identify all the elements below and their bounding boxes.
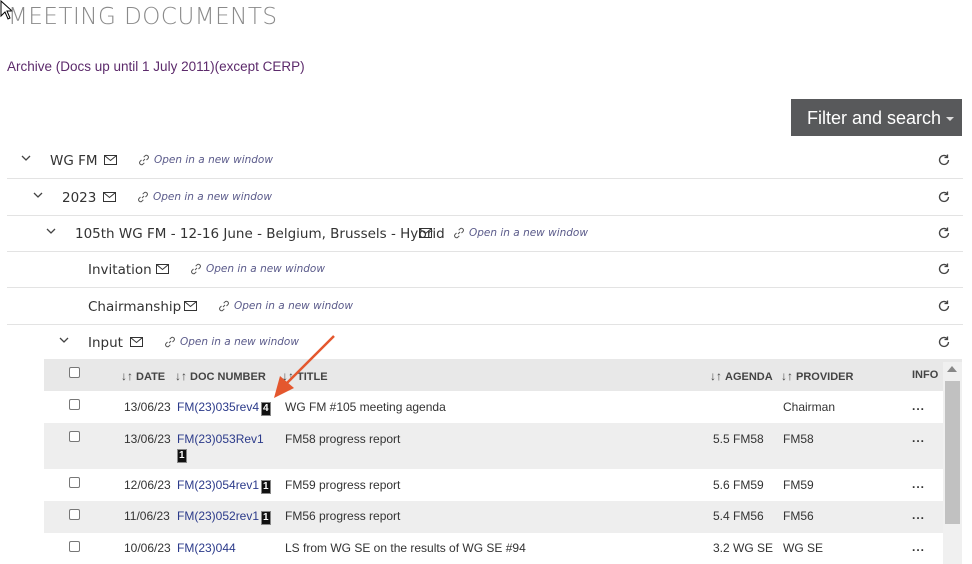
row-provider: FM58 [783, 432, 814, 446]
row-doc-number[interactable]: FM(23)053Rev1 1 [177, 432, 264, 463]
open-new-window-link[interactable]: Open in a new window [138, 154, 273, 166]
annotation-arrow-icon [274, 335, 335, 398]
row-date: 11/06/23 [124, 509, 170, 523]
tree-node-label[interactable]: Chairmanship [88, 299, 181, 315]
tree-node-wg-fm[interactable]: WG FM Open in a new window [7, 143, 963, 179]
open-new-window-link[interactable]: Open in a new window [453, 227, 588, 239]
sort-agenda-header[interactable]: ↓↑ AGENDA [710, 369, 773, 383]
row-agenda: 5.5 FM58 [713, 432, 764, 446]
row-info-button[interactable]: ... [912, 508, 925, 522]
filter-button-label: Filter and search [807, 108, 942, 128]
sort-icon: ↓↑ [710, 369, 722, 383]
refresh-icon[interactable] [937, 226, 951, 240]
row-doc-number[interactable]: FM(23)035rev4 4 [177, 400, 271, 416]
tree-node-label[interactable]: Input [88, 335, 123, 351]
table-row[interactable]: 11/06/23 FM(23)052rev1 1 FM56 progress re… [44, 501, 943, 533]
row-checkbox[interactable] [69, 477, 80, 488]
sort-icon: ↓↑ [781, 369, 793, 383]
link-icon [191, 263, 201, 275]
row-checkbox[interactable] [69, 431, 80, 442]
filter-and-search-button[interactable]: Filter and search [791, 99, 962, 136]
revision-badge: 1 [261, 511, 271, 525]
refresh-icon[interactable] [937, 335, 951, 349]
row-info-button[interactable]: ... [912, 399, 925, 413]
open-new-window-link[interactable]: Open in a new window [137, 191, 272, 203]
envelope-icon[interactable] [104, 155, 117, 165]
table-row[interactable]: 10/06/23 FM(23)044 LS from WG SE on the … [44, 533, 943, 564]
page-title: MEETING DOCUMENTS [8, 4, 278, 30]
row-checkbox[interactable] [69, 541, 80, 552]
refresh-icon[interactable] [937, 190, 951, 204]
chevron-down-icon[interactable] [57, 333, 71, 347]
documents-table-header: ↓↑ DATE ↓↑ DOC NUMBER ↓↑ TITLE ↓↑ AGENDA ↓↑ P… [44, 359, 962, 391]
table-row[interactable]: 13/06/23 FM(23)053Rev1 1 FM58 progress re… [44, 423, 943, 469]
caret-down-icon [946, 117, 955, 122]
row-date: 10/06/23 [124, 541, 171, 555]
row-checkbox[interactable] [69, 399, 80, 410]
link-icon [219, 300, 229, 312]
envelope-icon[interactable] [103, 192, 116, 202]
link-icon [139, 154, 149, 166]
select-all-checkbox[interactable] [69, 367, 80, 378]
row-title: FM56 progress report [285, 509, 401, 523]
link-icon [165, 336, 175, 348]
tree-node-2023[interactable]: 2023 Open in a new window [7, 180, 963, 216]
sort-provider-header[interactable]: ↓↑ PROVIDER [781, 369, 853, 383]
refresh-icon[interactable] [937, 299, 951, 313]
tree-node-label[interactable]: 2023 [62, 190, 96, 206]
row-title: LS from WG SE on the results of WG SE #9… [285, 541, 526, 555]
row-provider: FM56 [783, 509, 814, 523]
tree-node-invitation[interactable]: Invitation Open in a new window [7, 252, 963, 288]
row-doc-number[interactable]: FM(23)054rev1 1 [177, 478, 271, 494]
row-provider: FM59 [783, 478, 814, 492]
chevron-down-icon[interactable] [31, 188, 45, 202]
open-new-window-link[interactable]: Open in a new window [190, 263, 325, 275]
row-checkbox[interactable] [69, 509, 80, 520]
sort-doc-number-header[interactable]: ↓↑ DOC NUMBER [175, 369, 266, 383]
tree-node-label[interactable]: Invitation [88, 262, 152, 278]
archive-link[interactable]: Archive (Docs up until 1 July 2011)(exce… [7, 59, 305, 74]
sort-icon: ↓↑ [121, 369, 133, 383]
row-doc-number[interactable]: FM(23)044 [177, 541, 236, 555]
refresh-icon[interactable] [937, 153, 951, 167]
tree-node-chairmanship[interactable]: Chairmanship Open in a new window [7, 289, 963, 325]
table-row[interactable]: 13/06/23 FM(23)035rev4 4 WG FM #105 meeti… [44, 391, 943, 423]
envelope-icon[interactable] [419, 228, 432, 238]
link-icon [138, 191, 148, 203]
row-agenda: 3.2 WG SE [713, 541, 774, 555]
row-provider: WG SE [783, 541, 824, 555]
row-agenda: 5.6 FM59 [713, 478, 764, 492]
open-new-window-link[interactable]: Open in a new window [218, 300, 353, 312]
chevron-down-icon[interactable] [44, 224, 58, 238]
sort-icon: ↓↑ [175, 369, 187, 383]
row-doc-number[interactable]: FM(23)052rev1 1 [177, 509, 271, 525]
refresh-icon[interactable] [937, 262, 951, 276]
envelope-icon[interactable] [156, 264, 169, 274]
revision-badge: 1 [261, 480, 271, 494]
link-icon [454, 227, 464, 239]
envelope-icon[interactable] [130, 337, 143, 347]
scroll-up-arrow-icon[interactable] [947, 366, 957, 372]
row-agenda: 5.4 FM56 [713, 509, 764, 523]
tree-node-label[interactable]: 105th WG FM - 12-16 June - Belgium, Brus… [75, 226, 445, 242]
tree-node-input[interactable]: Input Open in a new window [7, 325, 963, 361]
row-info-button[interactable]: ... [912, 431, 925, 445]
envelope-icon[interactable] [184, 301, 197, 311]
row-info-button[interactable]: ... [912, 477, 925, 491]
row-title: FM58 progress report [285, 432, 401, 446]
revision-badge: 1 [177, 449, 187, 463]
tree-node-105th-meeting[interactable]: 105th WG FM - 12-16 June - Belgium, Brus… [7, 216, 963, 252]
tree-node-label[interactable]: WG FM [50, 153, 98, 169]
row-date: 12/06/23 [124, 478, 171, 492]
chevron-down-icon[interactable] [19, 151, 33, 165]
info-header: INFO [912, 369, 939, 381]
row-title: FM59 progress report [285, 478, 401, 492]
row-provider: Chairman [783, 400, 836, 414]
row-info-button[interactable]: ... [912, 540, 925, 554]
table-row[interactable]: 12/06/23 FM(23)054rev1 1 FM59 progress re… [44, 469, 943, 501]
scrollbar-thumb[interactable] [945, 381, 960, 524]
sort-date-header[interactable]: ↓↑ DATE [121, 369, 165, 383]
row-date: 13/06/23 [124, 400, 171, 414]
row-date: 13/06/23 [124, 432, 171, 446]
